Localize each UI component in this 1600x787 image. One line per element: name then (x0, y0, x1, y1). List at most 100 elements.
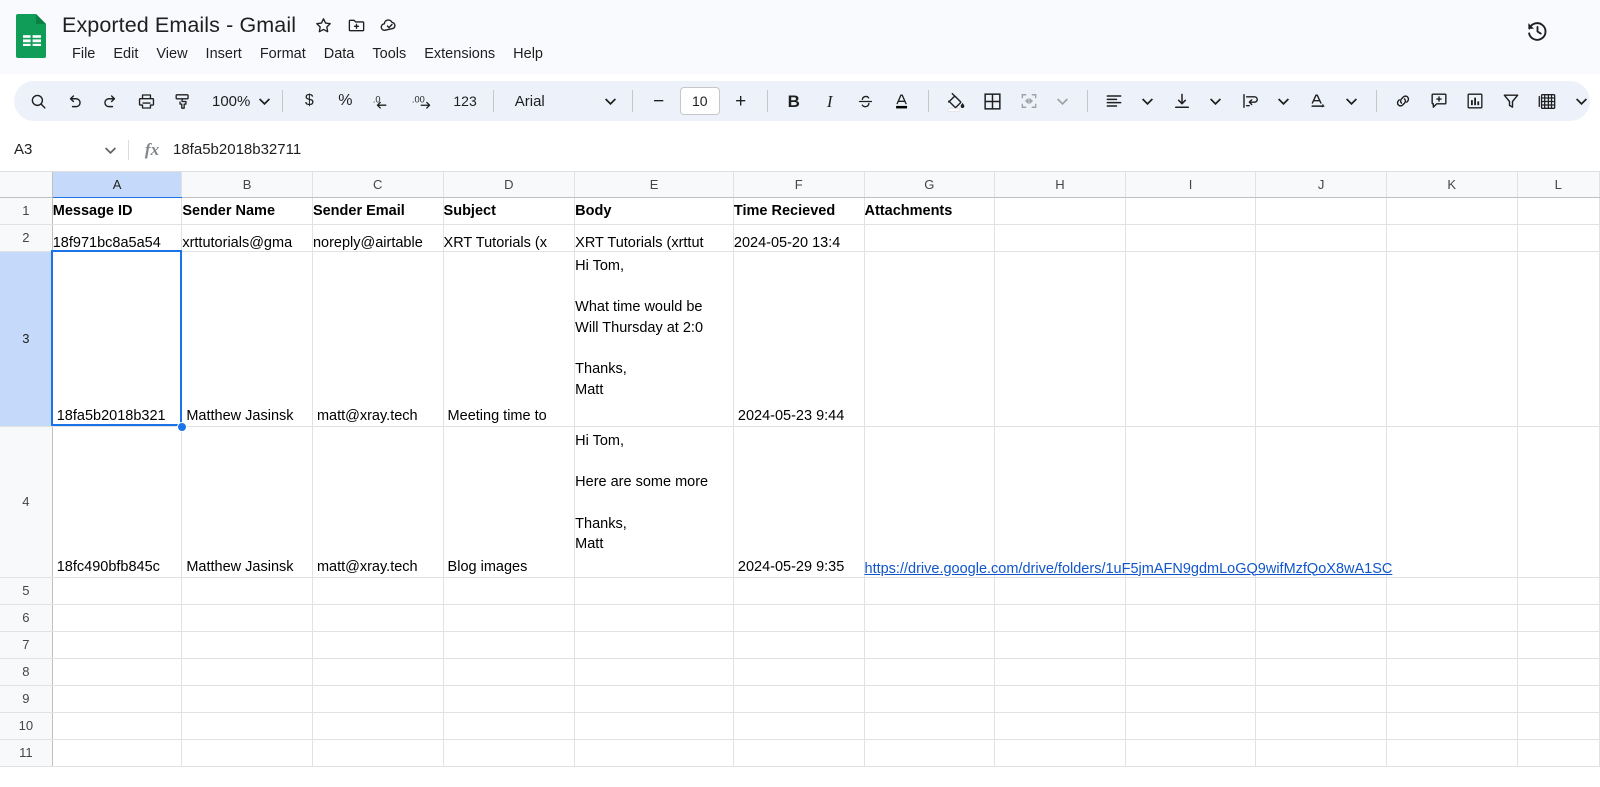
row-header-1[interactable]: 1 (0, 197, 53, 225)
cell-e1[interactable]: Body (574, 197, 734, 225)
cell-k3[interactable] (1386, 251, 1518, 427)
cell-g7[interactable] (864, 631, 996, 659)
insert-comment-icon[interactable] (1424, 86, 1454, 116)
cell-a8[interactable] (52, 658, 183, 686)
cell-g6[interactable] (864, 604, 996, 632)
cell-f2[interactable]: 2024-05-20 13:4 (733, 224, 865, 252)
cell-b6[interactable] (181, 604, 313, 632)
cell-e7[interactable] (574, 631, 734, 659)
bold-button[interactable]: B (779, 86, 809, 116)
fill-handle[interactable] (176, 422, 187, 432)
menu-item-format[interactable]: Format (251, 43, 315, 65)
cell-d10[interactable] (443, 712, 576, 740)
row-header-2[interactable]: 2 (0, 224, 53, 252)
menu-item-edit[interactable]: Edit (104, 43, 147, 65)
cell-i1[interactable] (1125, 197, 1257, 225)
text-rotation-dropdown[interactable] (1337, 86, 1367, 116)
font-family-select[interactable]: Arial (504, 86, 622, 116)
text-color-icon[interactable] (887, 86, 917, 116)
column-header-b[interactable]: B (181, 172, 313, 198)
column-header-i[interactable]: I (1125, 172, 1257, 198)
name-box[interactable]: A3 (0, 136, 124, 164)
increase-font-size-button[interactable]: + (726, 86, 756, 116)
undo-icon[interactable] (59, 86, 89, 116)
cell-h10[interactable] (994, 712, 1126, 740)
cell-l1[interactable] (1517, 197, 1600, 225)
redo-icon[interactable] (95, 86, 125, 116)
cell-j1[interactable] (1255, 197, 1387, 225)
cell-b7[interactable] (181, 631, 313, 659)
cell-j2[interactable] (1255, 224, 1387, 252)
cell-c4[interactable]: matt@xray.tech (312, 426, 444, 578)
cloud-saved-icon[interactable] (376, 12, 402, 38)
cell-j5[interactable] (1255, 577, 1387, 605)
functions-icon[interactable] (1532, 86, 1563, 116)
cell-d6[interactable] (443, 604, 576, 632)
cell-c11[interactable] (312, 739, 444, 767)
cell-a1[interactable]: Message ID (52, 197, 183, 225)
row-header-3[interactable]: 3 (0, 251, 53, 427)
cell-d1[interactable]: Subject (443, 197, 576, 225)
cell-e6[interactable] (574, 604, 734, 632)
strikethrough-icon[interactable] (851, 86, 881, 116)
document-title[interactable]: Exported Emails - Gmail (62, 13, 310, 38)
cell-i9[interactable] (1125, 685, 1257, 713)
more-formats-button[interactable]: 123 (448, 86, 481, 116)
cell-c1[interactable]: Sender Email (312, 197, 444, 225)
cell-b2[interactable]: xrttutorials@gma (181, 224, 313, 252)
font-size-input[interactable] (679, 87, 720, 115)
menu-item-insert[interactable]: Insert (197, 43, 251, 65)
cell-k2[interactable] (1386, 224, 1518, 252)
cell-i3[interactable] (1125, 251, 1257, 427)
cell-h4[interactable] (994, 426, 1126, 578)
cell-f1[interactable]: Time Recieved (733, 197, 865, 225)
cell-k8[interactable] (1386, 658, 1518, 686)
cell-d9[interactable] (443, 685, 576, 713)
cell-g1[interactable]: Attachments (864, 197, 996, 225)
cell-d7[interactable] (443, 631, 576, 659)
horizontal-align-icon[interactable] (1099, 86, 1129, 116)
decrease-decimal-button[interactable]: .0 (366, 86, 400, 116)
cell-i11[interactable] (1125, 739, 1257, 767)
move-to-folder-icon[interactable] (343, 12, 369, 38)
cell-k1[interactable] (1386, 197, 1518, 225)
cell-j9[interactable] (1255, 685, 1387, 713)
cell-g10[interactable] (864, 712, 996, 740)
column-header-d[interactable]: D (443, 172, 576, 198)
text-rotation-icon[interactable] (1303, 86, 1333, 116)
insert-chart-icon[interactable] (1460, 86, 1490, 116)
toolbar-overflow-icon[interactable] (1567, 86, 1590, 116)
select-all-corner[interactable] (0, 172, 53, 198)
row-header-10[interactable]: 10 (0, 712, 53, 740)
google-sheets-logo[interactable] (14, 12, 50, 60)
menu-item-help[interactable]: Help (504, 43, 552, 65)
cell-j6[interactable] (1255, 604, 1387, 632)
cell-k6[interactable] (1386, 604, 1518, 632)
cell-g9[interactable] (864, 685, 996, 713)
column-header-l[interactable]: L (1517, 172, 1600, 198)
cell-e10[interactable] (574, 712, 734, 740)
cell-a3[interactable]: 18fa5b2018b321 (52, 251, 183, 427)
column-header-c[interactable]: C (312, 172, 444, 198)
cell-f10[interactable] (733, 712, 865, 740)
star-icon[interactable] (310, 12, 336, 38)
row-header-11[interactable]: 11 (0, 739, 53, 767)
cell-j3[interactable] (1255, 251, 1387, 427)
cell-i8[interactable] (1125, 658, 1257, 686)
cell-a2[interactable]: 18f971bc8a5a54 (52, 224, 183, 252)
cell-a6[interactable] (52, 604, 183, 632)
cell-e4[interactable]: Hi Tom, Here are some more Thanks, Matt (574, 426, 734, 578)
cell-i6[interactable] (1125, 604, 1257, 632)
cell-k11[interactable] (1386, 739, 1518, 767)
version-history-icon[interactable] (1520, 14, 1554, 48)
decrease-font-size-button[interactable]: − (644, 86, 674, 116)
cell-h11[interactable] (994, 739, 1126, 767)
cell-e3[interactable]: Hi Tom, What time would be Will Thursday… (574, 251, 734, 427)
cell-k9[interactable] (1386, 685, 1518, 713)
cell-f4[interactable]: 2024-05-29 9:35 (733, 426, 865, 578)
cell-d3[interactable]: Meeting time to (443, 251, 576, 427)
cell-b9[interactable] (181, 685, 313, 713)
horizontal-align-dropdown[interactable] (1133, 86, 1163, 116)
column-header-a[interactable]: A (52, 172, 183, 198)
row-header-9[interactable]: 9 (0, 685, 53, 713)
